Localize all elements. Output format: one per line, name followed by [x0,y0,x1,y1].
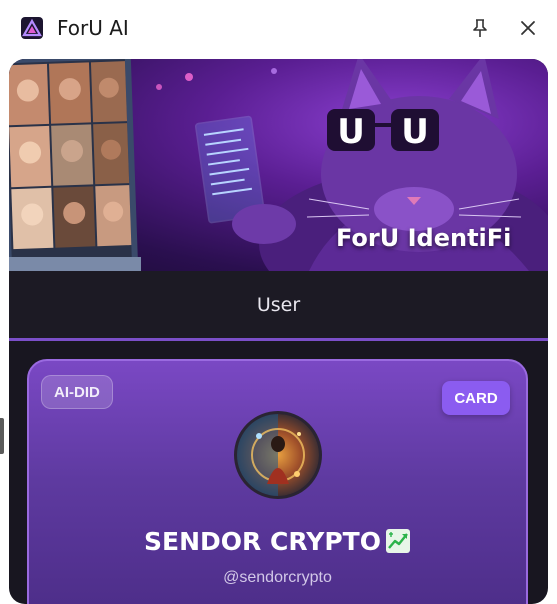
title-bar: ForU AI [0,0,557,56]
close-icon [521,21,535,35]
tab-active-indicator [9,338,548,341]
chart-increasing-icon [385,529,410,553]
svg-text:U: U [337,112,365,152]
resize-handle[interactable] [0,418,4,454]
app-title: ForU AI [57,16,129,40]
tab-bar: User [9,271,548,341]
pin-icon [473,19,487,37]
foru-logo-icon [21,17,43,39]
ai-did-badge: AI-DID [41,375,113,409]
avatar-image [237,414,319,496]
banner: U U ForU IdentiFi [9,59,548,271]
close-button[interactable] [515,15,541,41]
ai-did-card: AI-DID CARD SENDOR CRYPTO @sendorcrypto [27,359,528,604]
pin-button[interactable] [467,15,493,41]
profile-name: SENDOR CRYPTO [29,527,526,556]
main-panel: U U ForU IdentiFi User AI-DID CARD SENDO… [9,59,548,604]
profile-handle: @sendorcrypto [223,569,332,586]
banner-title: ForU IdentiFi [336,224,512,252]
tab-user[interactable]: User [9,271,548,339]
avatar[interactable] [234,411,322,499]
profile-name-text: SENDOR CRYPTO [144,527,381,556]
svg-text:U: U [401,112,429,152]
card-button[interactable]: CARD [442,381,510,415]
